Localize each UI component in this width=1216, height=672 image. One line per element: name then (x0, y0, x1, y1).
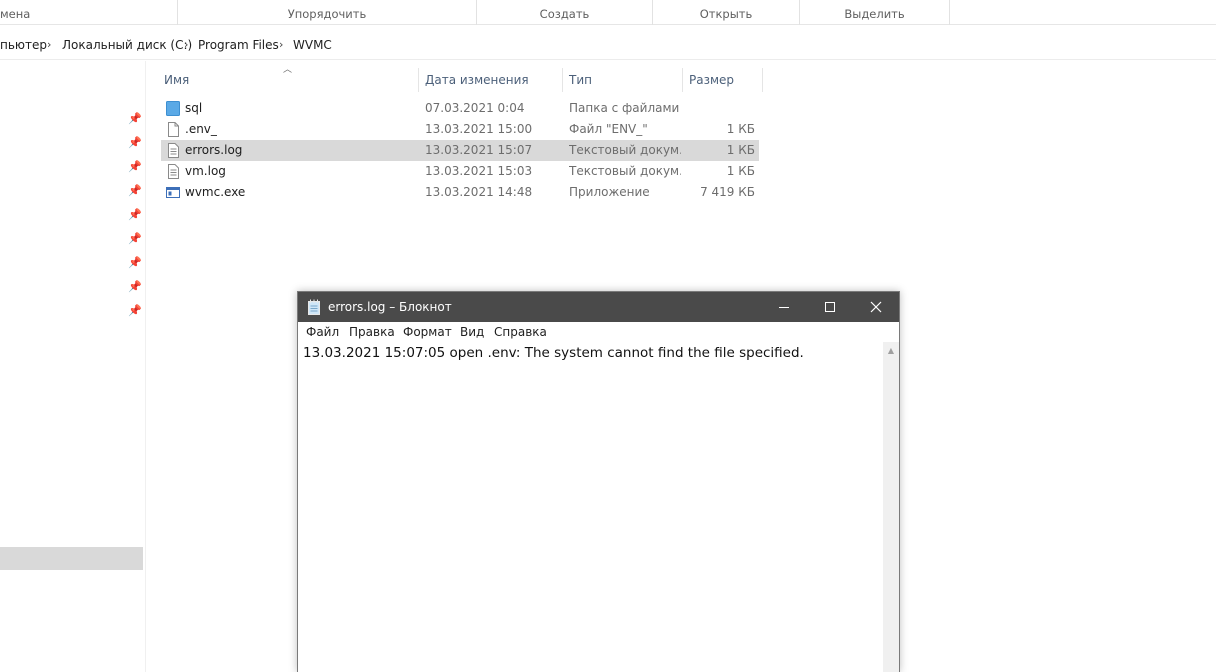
file-size (683, 98, 755, 119)
file-row-errors-log[interactable]: errors.log 13.03.2021 15:07 Текстовый до… (161, 140, 759, 161)
file-name: sql (185, 101, 203, 115)
notepad-content: 13.03.2021 15:07:05 open .env: The syste… (303, 345, 804, 361)
ribbon-group-new: Создать (477, 0, 653, 25)
notepad-icon (308, 299, 320, 315)
vertical-scrollbar[interactable]: ▲ (883, 342, 899, 672)
file-type: Текстовый докум... (569, 164, 681, 178)
column-header-size[interactable]: Размер (685, 68, 763, 92)
text-file-icon (168, 143, 179, 158)
scroll-up-icon[interactable]: ▲ (883, 342, 899, 359)
breadcrumb-wvmc[interactable]: WVMC (293, 30, 332, 60)
file-row-wvmc-exe[interactable]: wvmc.exe 13.03.2021 14:48 Приложение 7 4… (161, 182, 759, 203)
nav-item-selected[interactable] (0, 547, 143, 570)
chevron-right-icon[interactable]: › (279, 30, 283, 60)
notepad-menubar: Файл Правка Формат Вид Справка (298, 322, 899, 342)
file-date: 13.03.2021 15:03 (425, 164, 533, 178)
ribbon: мена Упорядочить Создать Открыть Выделит… (0, 0, 1216, 25)
ribbon-group-open: Открыть (653, 0, 800, 25)
file-row-sql[interactable]: sql 07.03.2021 0:04 Папка с файлами (161, 98, 759, 119)
file-size: 1 КБ (726, 143, 755, 157)
file-date: 13.03.2021 15:07 (425, 143, 533, 157)
ribbon-group-select: Выделить (800, 0, 950, 25)
pin-icon[interactable]: 📌 (128, 256, 142, 270)
menu-edit[interactable]: Правка (349, 322, 395, 342)
menu-file[interactable]: Файл (306, 322, 339, 342)
close-icon (870, 301, 882, 313)
breadcrumb-local-disk[interactable]: Локальный диск (C:) (62, 30, 192, 60)
file-name: wvmc.exe (185, 185, 246, 199)
notepad-titlebar[interactable]: errors.log – Блокнот (298, 292, 899, 322)
maximize-button[interactable] (807, 292, 853, 322)
file-date: 13.03.2021 15:00 (425, 122, 533, 136)
file-size: 1 КБ (726, 122, 755, 136)
pin-icon[interactable]: 📌 (128, 280, 142, 294)
ribbon-group-organize: Упорядочить (178, 0, 477, 25)
pin-icon[interactable]: 📌 (128, 208, 142, 222)
notepad-text-area[interactable]: 13.03.2021 15:07:05 open .env: The syste… (298, 342, 883, 672)
file-name: .env_ (185, 122, 217, 136)
file-row-env[interactable]: .env_ 13.03.2021 15:00 Файл "ENV_" 1 КБ (161, 119, 759, 140)
pin-icon[interactable]: 📌 (128, 136, 142, 150)
file-size: 1 КБ (726, 164, 755, 178)
column-header-date[interactable]: Дата изменения (421, 68, 563, 92)
minimize-icon (779, 307, 789, 308)
file-icon (168, 122, 179, 137)
file-type: Файл "ENV_" (569, 122, 648, 136)
file-date: 13.03.2021 14:48 (425, 185, 533, 199)
file-type: Приложение (569, 185, 650, 199)
notepad-title: errors.log – Блокнот (328, 300, 452, 314)
navigation-pane: 📌 📌 📌 📌 📌 📌 📌 📌 📌 (0, 61, 146, 672)
pin-icon[interactable]: 📌 (128, 232, 142, 246)
file-name: errors.log (185, 143, 243, 157)
menu-format[interactable]: Формат (403, 322, 452, 342)
pin-icon[interactable]: 📌 (128, 184, 142, 198)
maximize-icon (825, 302, 835, 312)
chevron-right-icon[interactable]: › (184, 30, 188, 60)
breadcrumb-program-files[interactable]: Program Files (198, 30, 279, 60)
menu-help[interactable]: Справка (494, 322, 547, 342)
file-date: 07.03.2021 0:04 (425, 101, 525, 115)
pin-icon[interactable]: 📌 (128, 112, 142, 126)
folder-icon (166, 101, 180, 116)
text-file-icon (168, 164, 179, 179)
chevron-right-icon[interactable]: › (47, 30, 51, 60)
breadcrumb-computer[interactable]: пьютер (0, 30, 47, 60)
breadcrumb[interactable]: пьютер › Локальный диск (C:) › Program F… (0, 30, 1216, 60)
pin-icon[interactable]: 📌 (128, 160, 142, 174)
file-size: 7 419 КБ (700, 185, 755, 199)
close-button[interactable] (853, 292, 899, 322)
notepad-window: errors.log – Блокнот Файл Правка Формат … (297, 291, 900, 672)
pin-icon[interactable]: 📌 (128, 304, 142, 318)
exe-icon (166, 187, 180, 198)
column-header-type[interactable]: Тип (565, 68, 683, 92)
ribbon-group-rename: мена (0, 0, 178, 25)
menu-view[interactable]: Вид (460, 322, 484, 342)
file-type: Папка с файлами (569, 101, 680, 115)
column-header-name[interactable]: Имя (160, 68, 419, 92)
file-name: vm.log (185, 164, 226, 178)
file-type: Текстовый докум... (569, 143, 681, 157)
file-row-vm-log[interactable]: vm.log 13.03.2021 15:03 Текстовый докум.… (161, 161, 759, 182)
minimize-button[interactable] (761, 292, 807, 322)
